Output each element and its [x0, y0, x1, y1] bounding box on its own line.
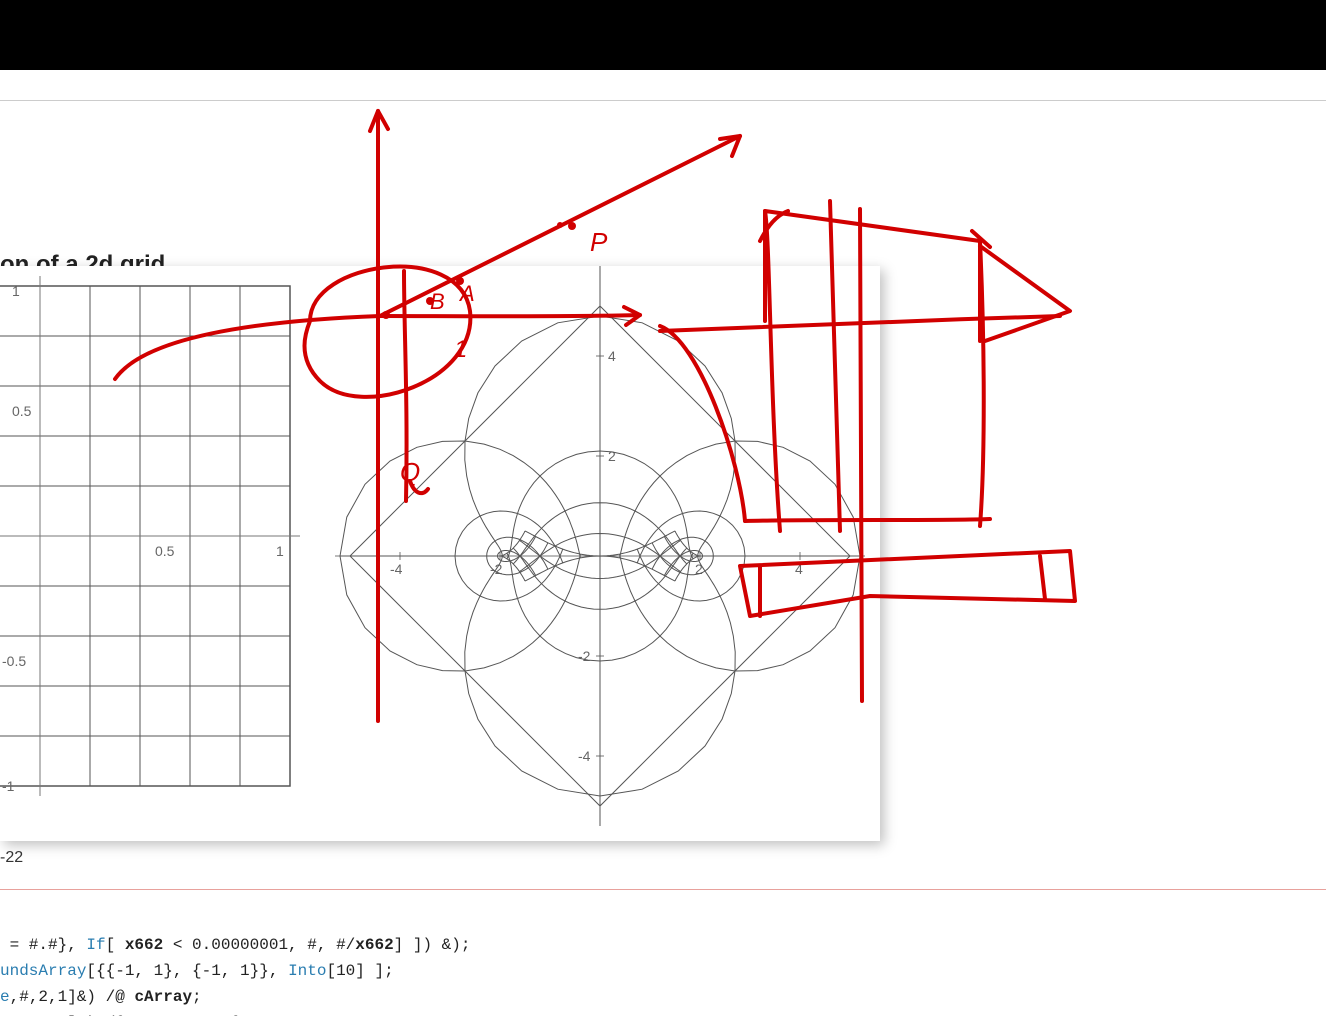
- tick-label: -1: [2, 778, 15, 794]
- tick-label: 2: [608, 448, 616, 464]
- tick-label: -0.5: [2, 653, 26, 669]
- figure-panel: 1 0.5 -0.5 -1 0.5 1 -4: [0, 266, 880, 841]
- window-titlebar: [0, 0, 1326, 70]
- tick-label: 4: [608, 348, 616, 364]
- annot-label-P: P: [590, 227, 608, 257]
- domain-grid-plot: 1 0.5 -0.5 -1 0.5 1: [0, 266, 310, 796]
- tick-label: -4: [390, 561, 403, 577]
- transformed-grid-plot: -4 -2 2 4 4 2 -2 -4: [330, 266, 870, 826]
- tick-label: 1: [276, 543, 284, 559]
- tick-label: -4: [578, 748, 591, 764]
- tick-label: 0.5: [155, 543, 175, 559]
- tick-label: 4: [795, 561, 803, 577]
- tick-label: 0.5: [12, 403, 32, 419]
- tick-label: 1: [12, 283, 20, 299]
- code-separator: [0, 889, 1326, 890]
- tick-label: -2: [578, 648, 591, 664]
- toolbar-divider: [0, 70, 1326, 101]
- figure-date: -22: [0, 849, 23, 867]
- code-block: = #.#}, If[ x662 < 0.00000001, #, #/x662…: [0, 906, 470, 1016]
